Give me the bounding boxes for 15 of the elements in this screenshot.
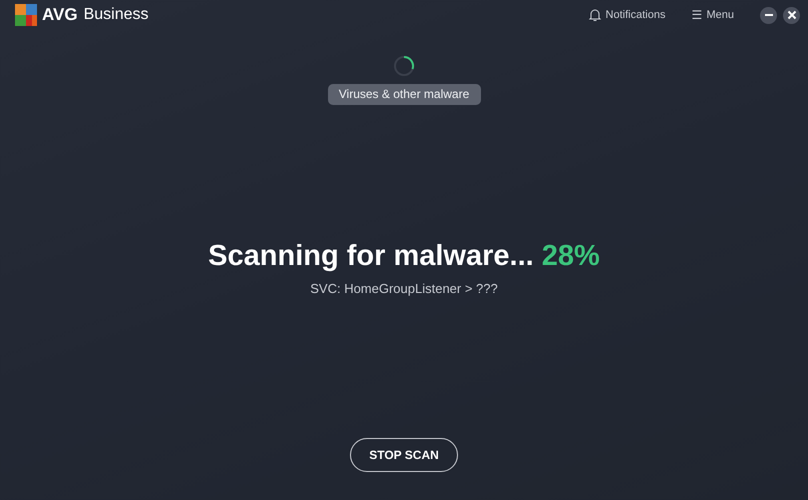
spinner-icon xyxy=(393,55,415,77)
brand-name: AVG xyxy=(42,5,78,25)
menu-button[interactable]: ☰ Menu xyxy=(691,8,734,22)
scan-title: Scanning for malware... xyxy=(208,240,534,272)
notifications-button[interactable]: Notifications xyxy=(588,8,666,22)
scan-target: SVC: HomeGroupListener > ??? xyxy=(310,281,498,296)
logo-icon xyxy=(14,3,38,27)
close-icon xyxy=(786,10,796,20)
minimize-button[interactable] xyxy=(760,6,777,24)
product-name: Business xyxy=(84,6,148,24)
scan-category-label: Viruses & other malware xyxy=(328,84,480,105)
close-button[interactable] xyxy=(783,6,800,24)
scan-percent: 28% xyxy=(542,240,600,272)
stop-scan-button[interactable]: STOP SCAN xyxy=(350,438,458,472)
bell-icon xyxy=(588,8,602,22)
